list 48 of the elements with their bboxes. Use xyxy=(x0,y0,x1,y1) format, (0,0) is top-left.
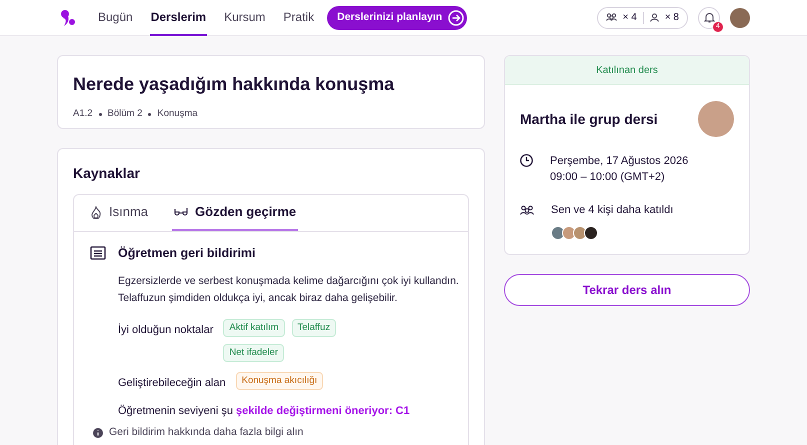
credits-pill[interactable]: × 4 × 8 xyxy=(596,6,688,28)
plan-lessons-button[interactable]: Derslerinizi planlayın xyxy=(327,6,468,30)
bell-icon xyxy=(704,12,714,23)
nav-tab[interactable]: Pratik xyxy=(282,0,316,36)
group-icon xyxy=(520,204,534,216)
nav-tab[interactable]: Derslerim xyxy=(150,0,208,36)
feedback-tag: Aktif katılım xyxy=(223,318,284,337)
class-time: 09:00 – 10:00 (GMT+2) xyxy=(550,170,666,185)
attendee-avatar xyxy=(551,226,565,240)
lesson-title: Nerede yaşadığım hakkında konuşma xyxy=(73,73,396,96)
profile-avatar[interactable] xyxy=(730,8,750,28)
info-icon xyxy=(93,428,103,438)
private-count: × 8 xyxy=(664,11,679,25)
attendee-avatar xyxy=(573,226,587,240)
lesson-meta: A1.2 xyxy=(73,107,93,121)
feedback-text: Egzersizlerde ve serbest konuşmada kelime dağarcığını çok iyi kullandın. Telaffuzun şimdiden oldukça iyi, ancak biraz daha gelişebilir. xyxy=(118,274,460,306)
rebook-button[interactable]: Tekrar ders alın xyxy=(504,274,750,306)
feedback-tag: Konuşma akıcılığı xyxy=(236,372,324,390)
more-info-link[interactable]: Geri bildirim hakkında daha fazla bilgi alın xyxy=(109,424,304,440)
feedback-label: İyi olduğun noktalar xyxy=(118,322,214,338)
resources-title: Kaynaklar xyxy=(73,164,141,183)
attendee-avatar xyxy=(584,226,598,240)
group-icon xyxy=(606,13,617,22)
class-title: Martha ile grup dersi xyxy=(520,110,658,129)
feedback-tag: Telaffuz xyxy=(292,318,336,337)
class-date: Perşembe, 17 Ağustos 2026 xyxy=(550,154,688,169)
clock-icon xyxy=(520,154,533,167)
arrow-right-icon xyxy=(448,10,464,26)
resource-tab[interactable]: Isınma xyxy=(88,195,150,231)
document-icon xyxy=(90,246,106,260)
feedback-label: Geliştirebileceğin alan xyxy=(118,376,226,391)
resource-tab[interactable]: Gözden geçirme xyxy=(172,195,298,231)
feedback-title: Öğretmen geri bildirimi xyxy=(118,245,256,262)
person-icon xyxy=(650,13,659,22)
feedback-tag: Net ifadeler xyxy=(223,344,284,362)
group-count: × 4 xyxy=(622,11,637,25)
nav-tab[interactable]: Kursum xyxy=(223,0,266,36)
flame-icon xyxy=(90,206,102,218)
attendee-avatar xyxy=(562,226,576,240)
status-banner: Katılınan ders xyxy=(505,56,749,85)
lesson-meta: Konuşma xyxy=(157,107,198,121)
glasses-icon xyxy=(174,207,188,217)
nav-tab[interactable]: Bugün xyxy=(97,0,134,36)
level-suggestion: Öğretmenin seviyeni şu şekilde değiştirmeni öneriyor: C1 xyxy=(118,404,411,420)
lesson-meta: Bölüm 2 xyxy=(108,107,142,121)
attendees-text: Sen ve 4 kişi daha katıldı xyxy=(551,203,674,218)
level-link[interactable]: şekilde değiştirmeni öneriyor: C1 xyxy=(236,405,410,418)
teacher-avatar xyxy=(698,101,734,137)
